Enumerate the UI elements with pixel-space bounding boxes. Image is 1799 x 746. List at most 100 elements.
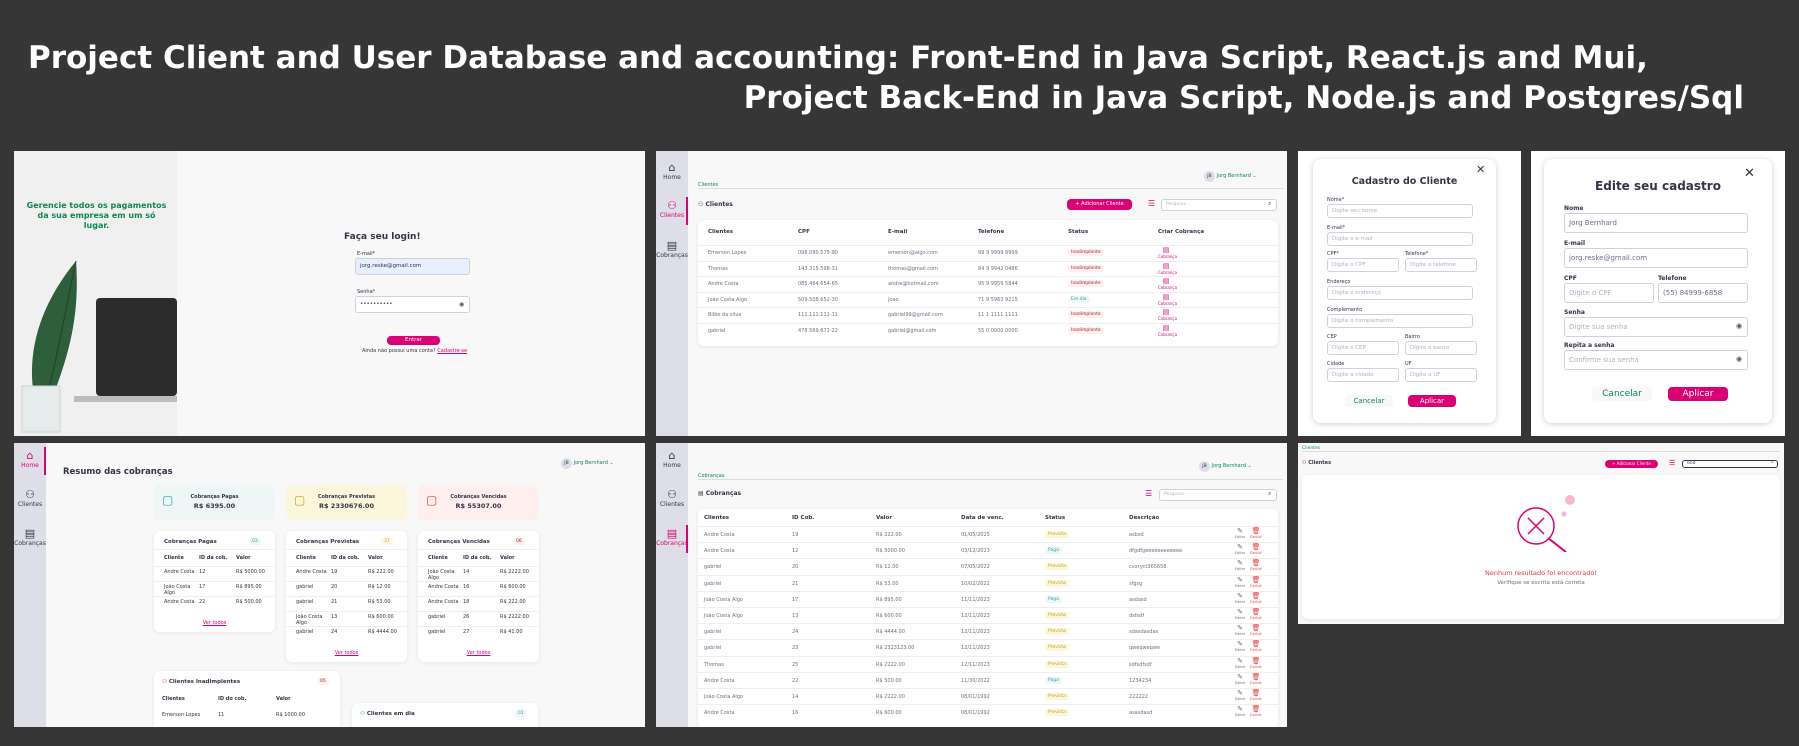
edit-button[interactable]: ✎ Editar (1234, 576, 1246, 588)
client-name[interactable]: Andre Costa (708, 281, 739, 287)
client-name[interactable]: Thomas (708, 266, 728, 272)
edit-button[interactable]: ✎ Editar (1234, 559, 1246, 571)
cell[interactable]: gabriel (704, 645, 721, 651)
address-input[interactable]: Digite o endereço (1327, 286, 1473, 300)
delete-label: Excluir (1250, 616, 1262, 620)
search-input[interactable]: Pesquisa (1159, 489, 1277, 501)
eye-icon[interactable]: ◉ (1736, 355, 1742, 363)
edit-button[interactable]: ✎ Editar (1234, 592, 1246, 604)
delete-button[interactable]: 🗑 Excluir (1250, 559, 1262, 571)
client-name[interactable]: Bilbo da silva (708, 312, 741, 318)
name-input[interactable]: Jorg Bernhard (1564, 213, 1748, 233)
see-all-link[interactable]: Ver todos (286, 650, 407, 656)
email-input[interactable]: Digite o e-mail (1327, 232, 1473, 246)
delete-button[interactable]: 🗑 Excluir (1250, 689, 1262, 701)
signup-link[interactable]: Cadastre-se (437, 348, 467, 354)
client-name[interactable]: João Costa Algo (708, 297, 747, 303)
user-menu[interactable]: JB Jorg Bernhard ⌄ (561, 458, 614, 469)
city-input[interactable]: Digite a cidade (1327, 368, 1399, 382)
apply-button[interactable]: Aplicar (1668, 387, 1728, 401)
edit-button[interactable]: ✎ Editar (1234, 624, 1246, 636)
client-name[interactable]: Emerson Lopes (708, 250, 746, 256)
add-client-button[interactable]: + Adicionar Cliente (1067, 199, 1132, 210)
cell[interactable]: João Costa Algo (704, 597, 743, 603)
create-charge-button[interactable]: ▤ Cobrança (1158, 262, 1177, 275)
close-icon[interactable]: ✕ (1476, 163, 1485, 176)
filter-icon[interactable]: ☰ (1669, 459, 1675, 467)
phone-input[interactable]: Digite o telefone (1405, 258, 1477, 272)
eye-icon[interactable]: ◉ (459, 301, 464, 308)
edit-button[interactable]: ✎ Editar (1234, 640, 1246, 652)
create-charge-button[interactable]: ▤ Cobrança (1158, 246, 1177, 259)
create-charge-button[interactable]: ▤ Cobrança (1158, 308, 1177, 321)
cancel-button[interactable]: Cancelar (1345, 395, 1393, 407)
nav-clients[interactable]: ⚇ Clientes (14, 488, 46, 508)
email-input[interactable]: jorg.reske@gmail.com (355, 258, 470, 275)
delete-button[interactable]: 🗑 Excluir (1250, 592, 1262, 604)
delete-button[interactable]: 🗑 Excluir (1250, 657, 1262, 669)
nav-home[interactable]: ⌂ Home (656, 449, 688, 469)
password-input[interactable]: Digite sua senha (1564, 317, 1748, 337)
delete-button[interactable]: 🗑 Excluir (1250, 705, 1262, 717)
search-input[interactable]: ond (1682, 460, 1778, 468)
cell[interactable]: João Costa Algo (704, 694, 743, 700)
delete-button[interactable]: 🗑 Excluir (1250, 527, 1262, 539)
user-menu[interactable]: JB Jorg Bernhard ⌄ (1199, 461, 1252, 472)
create-charge-button[interactable]: ▤ Cobrança (1158, 293, 1177, 306)
edit-button[interactable]: ✎ Editar (1234, 527, 1246, 539)
see-all-link[interactable]: Ver todos (154, 620, 275, 626)
cpf-input[interactable]: Digite o CPF (1564, 283, 1654, 303)
cell[interactable]: gabriel (704, 629, 721, 635)
cell[interactable]: gabriel (704, 564, 721, 570)
edit-button[interactable]: ✎ Editar (1234, 689, 1246, 701)
create-charge-button[interactable]: ▤ Cobrança (1158, 324, 1177, 337)
nav-clients[interactable]: ⚇ Clientes (656, 488, 688, 508)
complement-input[interactable]: Digite o complemento (1327, 314, 1473, 328)
uf-input[interactable]: Digite a UF (1405, 368, 1477, 382)
user-menu[interactable]: JB Jorg Bernhard ⌄ (1204, 171, 1257, 182)
edit-button[interactable]: ✎ Editar (1234, 543, 1246, 555)
nav-charges[interactable]: ▤ Cobranças (14, 527, 46, 547)
nav-charges[interactable]: ▤ Cobranças (656, 525, 688, 553)
password-input[interactable]: •••••••••• (355, 296, 470, 313)
delete-button[interactable]: 🗑 Excluir (1250, 673, 1262, 685)
search-input[interactable]: Pesquisa (1161, 199, 1277, 211)
name-input[interactable]: Digite seu nome (1327, 204, 1473, 218)
nav-home[interactable]: ⌂ Home (656, 161, 688, 181)
edit-button[interactable]: ✎ Editar (1234, 657, 1246, 669)
cep-input[interactable]: Digite o CEP (1327, 341, 1399, 355)
cell[interactable]: Thomas (704, 662, 724, 668)
cell[interactable]: Andre Costa (704, 548, 735, 554)
delete-button[interactable]: 🗑 Excluir (1250, 608, 1262, 620)
see-all-link[interactable]: Ver todos (418, 650, 539, 656)
edit-button[interactable]: ✎ Editar (1234, 705, 1246, 717)
delete-button[interactable]: 🗑 Excluir (1250, 576, 1262, 588)
delete-button[interactable]: 🗑 Excluir (1250, 640, 1262, 652)
cell[interactable]: Andre Costa (704, 678, 735, 684)
district-input[interactable]: Digite o bairro (1405, 341, 1477, 355)
nav-home[interactable]: ⌂ Home (14, 447, 46, 475)
edit-button[interactable]: ✎ Editar (1234, 608, 1246, 620)
cell[interactable]: Andre Costa (704, 710, 735, 716)
add-client-button[interactable]: + Adicionar Cliente (1605, 460, 1658, 468)
cell[interactable]: gabriel (704, 581, 721, 587)
email-input[interactable]: jorg.reske@gmail.com (1564, 248, 1748, 268)
client-name[interactable]: gabriel (708, 328, 725, 334)
edit-button[interactable]: ✎ Editar (1234, 673, 1246, 685)
nav-clients[interactable]: ⚇ Clientes (656, 197, 688, 225)
cpf-input[interactable]: Digite o CPF (1327, 258, 1399, 272)
repeat-password-input[interactable]: Confirme sua senha (1564, 350, 1748, 370)
apply-button[interactable]: Aplicar (1408, 395, 1456, 407)
cancel-button[interactable]: Cancelar (1592, 387, 1652, 401)
login-button[interactable]: Entrar (387, 336, 440, 345)
delete-button[interactable]: 🗑 Excluir (1250, 624, 1262, 636)
cell[interactable]: João Costa Algo (704, 613, 743, 619)
create-charge-button[interactable]: ▤ Cobrança (1158, 277, 1177, 290)
delete-button[interactable]: 🗑 Excluir (1250, 543, 1262, 555)
filter-icon[interactable]: ☰ (1145, 489, 1152, 498)
nav-charges[interactable]: ▤ Cobranças (656, 239, 688, 259)
cell[interactable]: Andre Costa (704, 532, 735, 538)
phone-input[interactable]: (55) 84999-6858 (1658, 283, 1748, 303)
filter-icon[interactable]: ☰ (1148, 199, 1155, 208)
eye-icon[interactable]: ◉ (1736, 322, 1742, 330)
